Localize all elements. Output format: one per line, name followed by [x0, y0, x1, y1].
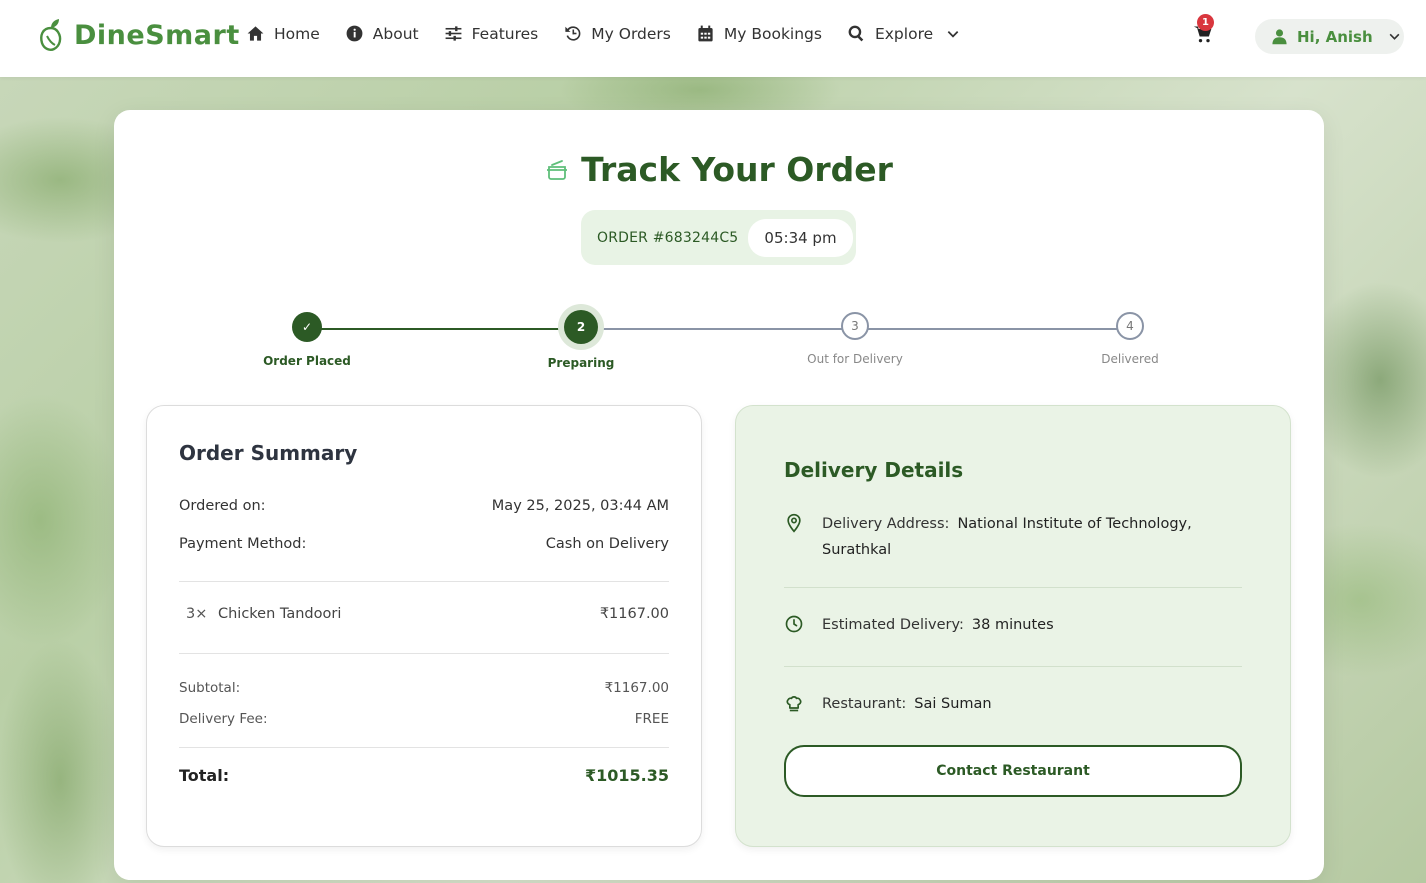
delivery-fee-value: FREE [634, 711, 669, 727]
nav-links: Home About Features My Orders My Booking… [246, 24, 985, 43]
payment-method-value: Cash on Delivery [545, 536, 669, 552]
divider [784, 587, 1242, 588]
total-label: Total: [179, 766, 230, 785]
item-name: Chicken Tandoori [217, 606, 342, 622]
contact-restaurant-button[interactable]: Contact Restaurant [784, 745, 1242, 797]
subtotal-value: ₹1167.00 [604, 680, 669, 696]
estimated-delivery-label: Estimated Delivery: [822, 617, 964, 633]
restaurant-value: Sai Suman [914, 696, 992, 712]
subtotal-row: Subtotal: ₹1167.00 [179, 680, 669, 696]
estimated-delivery-row: Estimated Delivery: 38 minutes [784, 612, 1244, 638]
chevron-down-icon [947, 30, 959, 38]
leaf-logo-icon [40, 19, 62, 51]
ordered-on-row: Ordered on: May 25, 2025, 03:44 AM [179, 498, 669, 514]
nav-features[interactable]: Features [444, 24, 539, 43]
cart-button[interactable]: 1 [1193, 14, 1217, 48]
restaurant-row: Restaurant: Sai Suman [784, 691, 1244, 717]
sliders-icon [445, 26, 462, 41]
item-price: ₹1167.00 [599, 606, 669, 622]
order-id: ORDER #683244C5 [597, 229, 739, 246]
total-row: Total: ₹1015.35 [179, 766, 669, 785]
ordered-on-label: Ordered on: [179, 498, 266, 514]
clock-icon [785, 615, 803, 633]
delivery-address-value: National Institute of Technology, [957, 516, 1192, 532]
estimated-delivery-value: 38 minutes [971, 617, 1054, 633]
calendar-icon [698, 25, 713, 42]
nav-home[interactable]: Home [246, 24, 320, 43]
order-summary-panel: Order Summary Ordered on: May 25, 2025, … [146, 405, 702, 847]
step-delivered: 4 Delivered [1050, 312, 1210, 366]
divider [179, 581, 669, 582]
subtotal-label: Subtotal: [179, 680, 241, 696]
delivery-fee-label: Delivery Fee: [179, 711, 268, 727]
nav-my-bookings[interactable]: My Bookings [696, 24, 822, 43]
search-icon [848, 25, 864, 42]
map-pin-icon [787, 513, 801, 533]
step-label: Delivered [1101, 352, 1159, 366]
step-check-icon: ✓ [292, 312, 322, 342]
nav-about[interactable]: About [345, 24, 419, 43]
page-title: Track Your Order [581, 150, 893, 189]
list-item: 3× Chicken Tandoori ₹1167.00 [179, 606, 669, 622]
delivery-address-label: Delivery Address: [822, 516, 950, 532]
step-marker: 4 [1116, 312, 1144, 340]
user-greeting: Hi, Anish [1297, 27, 1373, 46]
step-label: Order Placed [263, 354, 351, 368]
delivery-address-row: Delivery Address: National Institute of T… [784, 511, 1244, 563]
restaurant-label: Restaurant: [822, 696, 907, 712]
total-value: ₹1015.35 [584, 766, 669, 785]
item-quantity: 3× [186, 606, 208, 622]
nav-explore-dropdown[interactable]: Explore [847, 24, 960, 43]
order-time: 05:34 pm [748, 218, 853, 257]
payment-method-row: Payment Method: Cash on Delivery [179, 536, 669, 552]
cooking-pot-icon [547, 159, 568, 180]
step-marker: 3 [841, 312, 869, 340]
step-label: Preparing [547, 356, 615, 370]
delivery-details-panel: Delivery Details Delivery Address: Nation… [735, 405, 1291, 847]
nav-home-label: Home [274, 24, 320, 43]
home-icon [247, 26, 264, 41]
step-label: Out for Delivery [807, 352, 903, 366]
history-icon [565, 26, 581, 41]
step-preparing: 2 Preparing [501, 310, 661, 370]
step-order-placed: ✓ Order Placed [227, 312, 387, 368]
user-menu-button[interactable]: Hi, Anish [1255, 19, 1404, 54]
delivery-address-value-line2: Surathkal [822, 542, 892, 558]
ordered-on-value: May 25, 2025, 03:44 AM [491, 498, 669, 514]
title-row: Track Your Order [114, 150, 1324, 189]
nav-explore-label: Explore [874, 24, 934, 43]
divider [179, 653, 669, 654]
brand-name: DineSmart [74, 19, 240, 51]
order-progress-stepper: ✓ Order Placed 2 Preparing 3 Out for Del… [114, 310, 1324, 390]
brand[interactable]: DineSmart [38, 18, 240, 52]
divider [784, 666, 1242, 667]
chevron-down-icon [1389, 33, 1400, 40]
nav-my-bookings-label: My Bookings [723, 24, 822, 43]
order-info-chip: ORDER #683244C5 05:34 pm [581, 210, 856, 265]
track-order-card: Track Your Order ORDER #683244C5 05:34 p… [114, 110, 1324, 880]
delivery-fee-row: Delivery Fee: FREE [179, 711, 669, 727]
nav-my-orders-label: My Orders [591, 24, 671, 43]
divider [179, 747, 669, 748]
info-icon [346, 25, 363, 42]
delivery-details-title: Delivery Details [784, 458, 964, 482]
navbar: DineSmart Home About Features My Orders [0, 0, 1426, 77]
cart-count-badge: 1 [1197, 14, 1214, 31]
nav-features-label: Features [471, 24, 539, 43]
chef-hat-icon [786, 696, 802, 712]
user-icon [1272, 29, 1287, 45]
nav-my-orders[interactable]: My Orders [563, 24, 671, 43]
step-out-for-delivery: 3 Out for Delivery [775, 312, 935, 366]
payment-method-label: Payment Method: [179, 536, 307, 552]
step-marker: 2 [564, 310, 598, 344]
order-summary-title: Order Summary [179, 441, 358, 465]
nav-about-label: About [372, 24, 419, 43]
